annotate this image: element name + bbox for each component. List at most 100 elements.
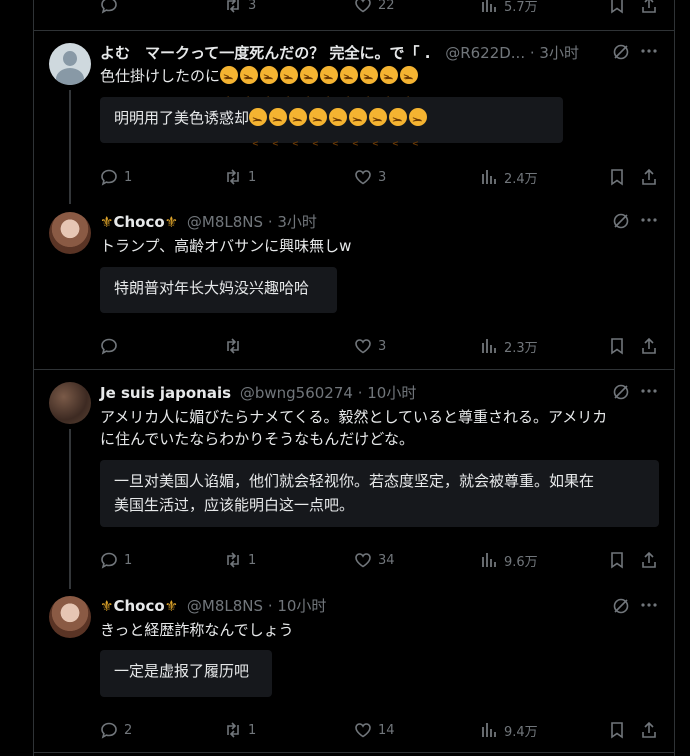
user-handle[interactable]: @bwng560274 [240, 384, 353, 402]
user-handle[interactable]: @M8L8NS [187, 213, 263, 231]
avatar[interactable] [49, 596, 91, 638]
retweet-icon [224, 337, 242, 355]
persevering-face-emoji [260, 66, 279, 110]
share-icon [640, 0, 658, 14]
share-button[interactable] [640, 549, 658, 571]
share-button[interactable] [640, 719, 658, 741]
post-text: アメリカ人に媚びたらナメてくる。毅然としていると尊重される。アメリカ に住んでい… [100, 406, 660, 450]
views-button[interactable]: 9.6万 [480, 549, 538, 571]
views-button[interactable]: 5.7万 [480, 0, 538, 16]
post-text: トランプ、高齢オバサンに興味無しw [100, 237, 352, 255]
translation-text: 明明用了美色诱惑却 [114, 109, 250, 127]
reply-button[interactable]: 1 [100, 549, 132, 571]
retweet-button[interactable]: 1 [224, 166, 256, 188]
views-icon [480, 551, 498, 569]
retweet-button[interactable] [224, 335, 248, 357]
grok-icon[interactable] [612, 383, 630, 401]
grok-icon[interactable] [612, 597, 630, 615]
share-icon [640, 337, 658, 355]
like-count: 22 [378, 0, 395, 13]
post-header: Je suis japonais @bwng560274 · 10小时 [100, 383, 416, 403]
divider [33, 30, 674, 31]
like-button[interactable]: 34 [354, 549, 395, 571]
like-icon [354, 0, 372, 14]
like-button[interactable]: 3 [354, 166, 386, 188]
views-icon [480, 168, 498, 186]
more-icon[interactable] [640, 596, 658, 614]
persevering-face-emoji [280, 66, 299, 110]
display-name[interactable]: よむ マークって一度死んだの？ 完全に。で「 . [100, 44, 430, 62]
avatar[interactable] [49, 382, 91, 424]
retweet-button[interactable]: 1 [224, 719, 256, 741]
persevering-face-emoji [309, 108, 328, 156]
share-button[interactable] [640, 0, 658, 16]
reply-icon [100, 168, 118, 186]
views-button[interactable]: 9.4万 [480, 719, 538, 741]
persevering-face-emoji [340, 66, 359, 110]
top-post-actions: 3 22 5.7万 [100, 0, 660, 16]
retweet-button[interactable]: 3 [224, 0, 256, 16]
more-icon[interactable] [640, 42, 658, 60]
views-icon [480, 0, 498, 14]
post-actions: 3 2.3万 [100, 335, 660, 357]
like-icon [354, 168, 372, 186]
reply-button[interactable]: 2 [100, 719, 132, 741]
share-button[interactable] [640, 335, 658, 357]
reply-icon [100, 551, 118, 569]
user-handle[interactable]: @R622D... [445, 44, 525, 62]
retweet-button[interactable]: 1 [224, 549, 256, 571]
bookmark-button[interactable] [608, 0, 626, 16]
persevering-face-emoji [320, 66, 339, 110]
post-text-line: アメリカ人に媚びたらナメてくる。毅然としていると尊重される。アメリカ [100, 408, 608, 426]
bookmark-button[interactable] [608, 166, 626, 188]
grok-icon[interactable] [612, 212, 630, 230]
share-button[interactable] [640, 166, 658, 188]
display-name[interactable]: Choco [113, 213, 164, 231]
more-icon[interactable] [640, 211, 658, 229]
views-count: 9.6万 [504, 554, 538, 570]
bookmark-icon [608, 0, 626, 14]
post-header: ⚜Choco⚜ @M8L8NS · 3小时 [100, 212, 317, 232]
retweet-count: 1 [248, 722, 257, 738]
emoji-row [249, 108, 429, 156]
persevering-face-emoji [249, 108, 268, 156]
reply-icon [100, 721, 118, 739]
bookmark-button[interactable] [608, 719, 626, 741]
translation-line: 一旦对美国人谄媚，他们就会轻视你。若态度坚定，就会被尊重。如果在 [114, 472, 595, 490]
reply-button[interactable] [100, 335, 124, 357]
more-icon[interactable] [640, 382, 658, 400]
display-name[interactable]: Choco [113, 597, 164, 615]
retweet-count: 1 [248, 552, 257, 568]
reply-count: 1 [124, 552, 133, 568]
views-button[interactable]: 2.4万 [480, 166, 538, 188]
display-name[interactable]: Je suis japonais [100, 384, 231, 402]
bookmark-button[interactable] [608, 335, 626, 357]
post-text-line: に住んでいたならわかりそうなもんだけどな。 [100, 430, 414, 448]
views-button[interactable]: 2.3万 [480, 335, 538, 357]
persevering-face-emoji [380, 66, 399, 110]
avatar[interactable] [49, 43, 91, 85]
post-time[interactable]: · 10小时 [358, 384, 417, 402]
post-time[interactable]: · 3小时 [268, 213, 317, 231]
retweet-icon [224, 551, 242, 569]
like-icon [354, 551, 372, 569]
persevering-face-emoji [240, 66, 259, 110]
reply-button[interactable]: 1 [100, 166, 132, 188]
post-header: よむ マークって一度死んだの？ 完全に。で「 . @R622D... · 3小时 [100, 43, 600, 63]
like-button[interactable]: 22 [354, 0, 395, 16]
post-time[interactable]: · 10小时 [268, 597, 327, 615]
reply-button[interactable] [100, 0, 118, 16]
like-button[interactable]: 14 [354, 719, 395, 741]
post-time[interactable]: · 3小时 [530, 44, 579, 62]
like-button[interactable]: 3 [354, 335, 386, 357]
crown-emblem-icon: ⚜ [164, 213, 179, 231]
grok-icon[interactable] [612, 43, 630, 61]
bookmark-button[interactable] [608, 549, 626, 571]
persevering-face-emoji [220, 66, 239, 110]
bookmark-icon [608, 168, 626, 186]
like-count: 34 [378, 552, 395, 568]
divider [33, 369, 674, 370]
avatar[interactable] [49, 212, 91, 254]
user-handle[interactable]: @M8L8NS [187, 597, 263, 615]
views-icon [480, 337, 498, 355]
